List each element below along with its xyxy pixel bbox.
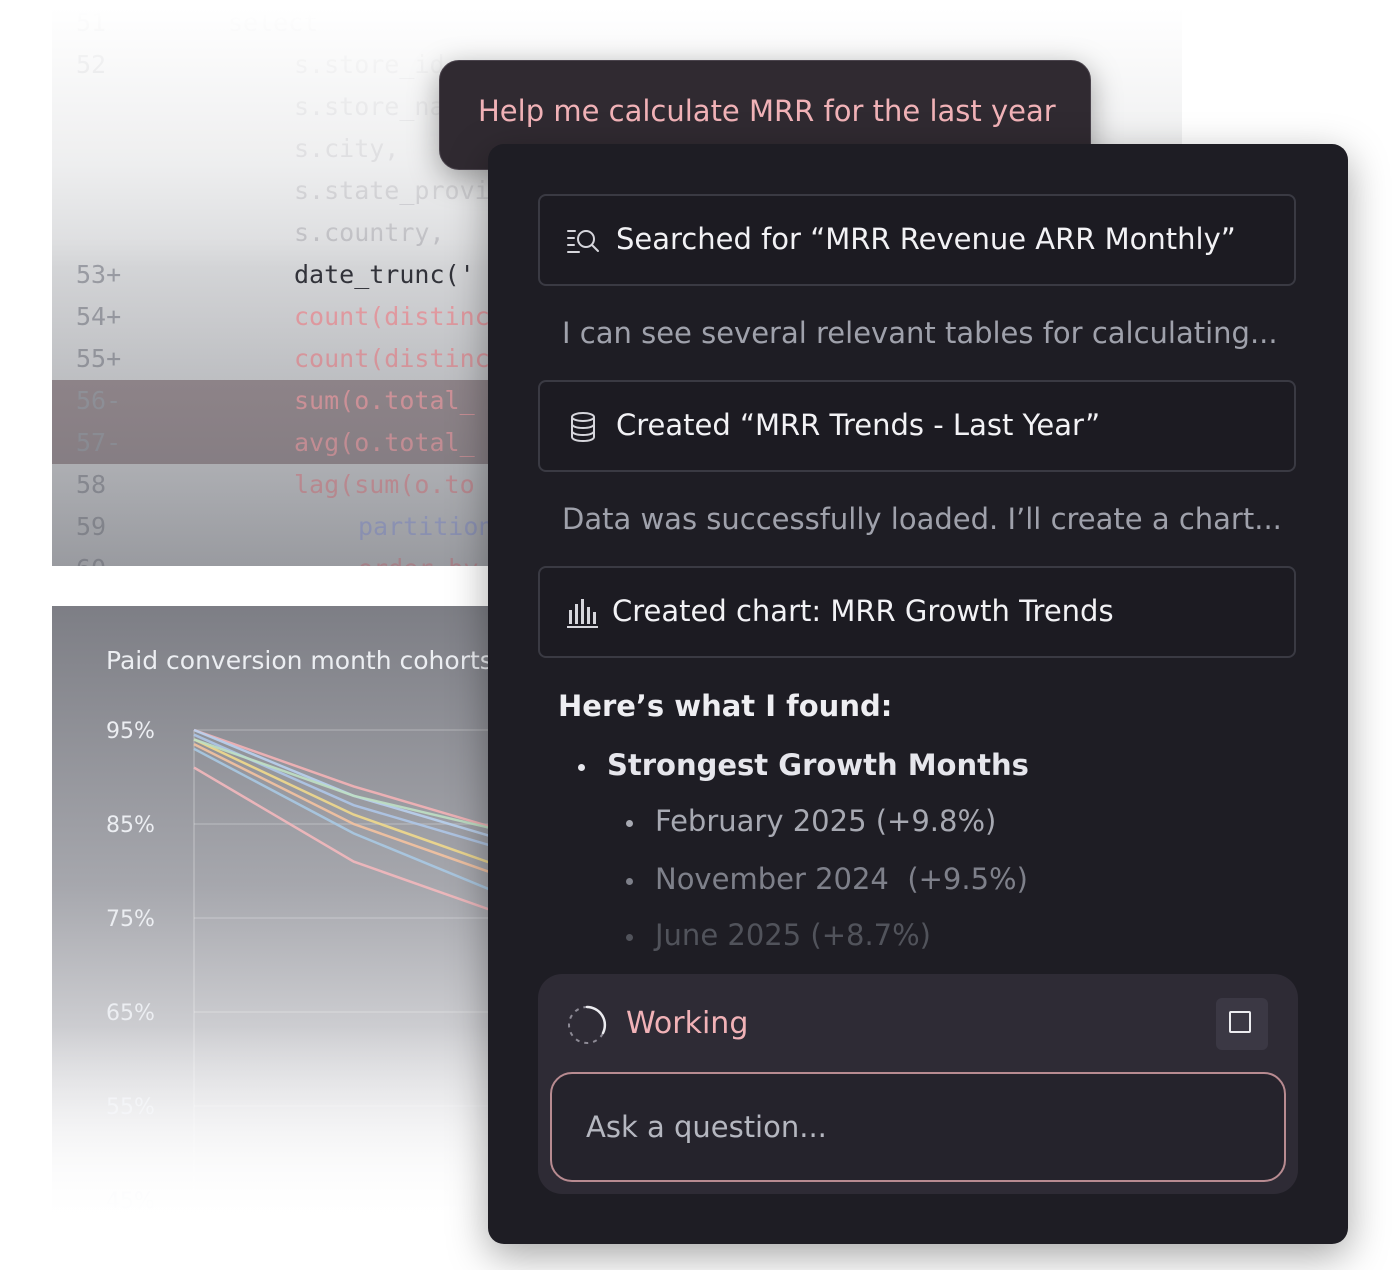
y-tick-label: 75% bbox=[106, 907, 155, 932]
step-search-card[interactable]: Searched for “MRR Revenue ARR Monthly” bbox=[538, 194, 1296, 286]
assistant-chat-panel: Searched for “MRR Revenue ARR Monthly” I… bbox=[488, 144, 1348, 1244]
ask-question-input[interactable] bbox=[550, 1072, 1286, 1182]
step-search-label: Searched for “MRR Revenue ARR Monthly” bbox=[616, 222, 1236, 256]
search-list-icon bbox=[567, 230, 599, 253]
stop-icon bbox=[1229, 1011, 1251, 1033]
bullet-dot bbox=[626, 933, 633, 941]
stop-button[interactable] bbox=[1216, 998, 1268, 1050]
step-dataset-label: Created “MRR Trends - Last Year” bbox=[616, 408, 1101, 442]
findings-bullet-item-text: June 2025 (+8.7%) bbox=[655, 918, 931, 952]
findings-bullet-item: February 2025 (+9.8%) bbox=[626, 804, 996, 838]
bullet-dot bbox=[626, 877, 633, 885]
y-tick-label: 65% bbox=[106, 1001, 155, 1026]
findings-bullet-main-text: Strongest Growth Months bbox=[607, 748, 1029, 782]
step-chart-label: Created chart: MRR Growth Trends bbox=[612, 594, 1114, 628]
database-icon bbox=[571, 412, 595, 443]
findings-bullet-main: Strongest Growth Months bbox=[578, 748, 1029, 782]
findings-bullet-item: November 2024 (+9.5%) bbox=[626, 862, 1028, 896]
loading-spinner-icon bbox=[568, 1005, 607, 1044]
working-status-label: Working bbox=[626, 1006, 749, 1041]
assistant-message-2: Data was successfully loaded. I’ll creat… bbox=[562, 502, 1282, 536]
findings-heading: Here’s what I found: bbox=[558, 689, 893, 723]
step-dataset-card[interactable]: Created “MRR Trends - Last Year” bbox=[538, 380, 1296, 472]
working-composer: Working bbox=[538, 974, 1298, 1194]
findings-bullet-item-text: February 2025 (+9.8%) bbox=[655, 804, 997, 838]
step-chart-card[interactable]: Created chart: MRR Growth Trends bbox=[538, 566, 1296, 658]
y-tick-label: 95% bbox=[106, 719, 155, 744]
findings-bullet-item-text: November 2024 (+9.5%) bbox=[655, 862, 1028, 896]
y-tick-label: 85% bbox=[106, 813, 155, 838]
bar-chart-icon bbox=[567, 599, 598, 628]
findings-bullet-item: June 2025 (+8.7%) bbox=[626, 918, 931, 952]
user-prompt-text: Help me calculate MRR for the last year bbox=[478, 94, 1056, 128]
bullet-dot bbox=[626, 819, 633, 827]
assistant-message-1: I can see several relevant tables for ca… bbox=[562, 316, 1278, 350]
bullet-dot bbox=[578, 763, 585, 771]
